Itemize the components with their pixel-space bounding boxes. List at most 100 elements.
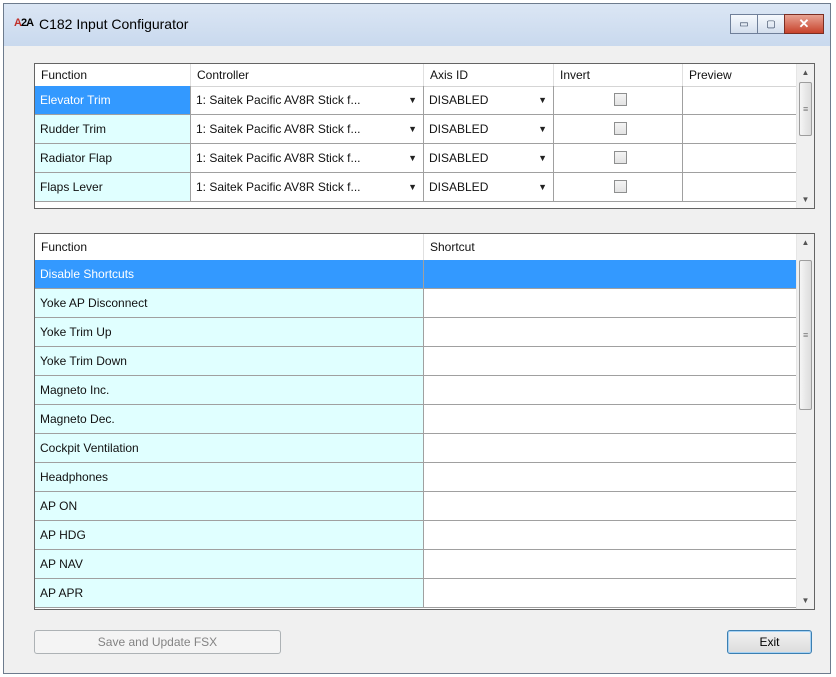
table-row[interactable]: Magneto Dec.	[35, 405, 798, 434]
axes-grid[interactable]: Function Controller Axis ID Invert Previ…	[34, 63, 815, 209]
controller-dropdown[interactable]: 1: Saitek Pacific AV8R Stick f... ▼	[191, 144, 424, 172]
axes-grid-header: Function Controller Axis ID Invert Previ…	[35, 64, 798, 87]
axis-id-dropdown[interactable]: DISABLED ▼	[424, 144, 554, 172]
shortcut-cell[interactable]	[424, 550, 798, 578]
shortcut-cell[interactable]	[424, 260, 798, 288]
column-header-preview[interactable]: Preview	[683, 64, 798, 86]
function-cell[interactable]: AP APR	[35, 579, 424, 607]
preview-cell	[683, 173, 798, 201]
table-row[interactable]: AP HDG	[35, 521, 798, 550]
table-row[interactable]: AP ON	[35, 492, 798, 521]
maximize-button[interactable]: ▢	[757, 14, 785, 34]
controller-dropdown[interactable]: 1: Saitek Pacific AV8R Stick f... ▼	[191, 86, 424, 114]
function-cell[interactable]: Flaps Lever	[35, 173, 191, 201]
function-cell[interactable]: AP ON	[35, 492, 424, 520]
table-row[interactable]: Cockpit Ventilation	[35, 434, 798, 463]
invert-checkbox[interactable]	[614, 151, 627, 164]
table-row[interactable]: Elevator Trim 1: Saitek Pacific AV8R Stic…	[35, 86, 798, 115]
table-row[interactable]: Rudder Trim 1: Saitek Pacific AV8R Stick …	[35, 115, 798, 144]
minimize-button[interactable]: ▭	[730, 14, 758, 34]
dropdown-arrow-icon[interactable]: ▼	[538, 86, 547, 114]
function-cell[interactable]: Yoke Trim Down	[35, 347, 424, 375]
title-bar[interactable]: A2A C182 Input Configurator ▭ ▢ ✕	[4, 4, 830, 46]
minimize-icon: ▭	[739, 18, 749, 30]
column-header-axis-id[interactable]: Axis ID	[424, 64, 554, 86]
scroll-thumb[interactable]: ≡	[799, 260, 812, 410]
invert-checkbox[interactable]	[614, 122, 627, 135]
column-header-controller[interactable]: Controller	[191, 64, 424, 86]
function-cell[interactable]: Headphones	[35, 463, 424, 491]
table-row[interactable]: Yoke AP Disconnect	[35, 289, 798, 318]
axes-grid-scrollbar[interactable]: ▲ ≡ ▼	[796, 64, 814, 208]
dropdown-arrow-icon[interactable]: ▼	[538, 115, 547, 143]
table-row[interactable]: Flaps Lever 1: Saitek Pacific AV8R Stick …	[35, 173, 798, 202]
function-cell[interactable]: Disable Shortcuts	[35, 260, 424, 288]
dropdown-arrow-icon[interactable]: ▼	[408, 173, 417, 201]
scroll-thumb[interactable]: ≡	[799, 82, 812, 136]
function-cell[interactable]: AP NAV	[35, 550, 424, 578]
save-and-update-button[interactable]: Save and Update FSX	[34, 630, 281, 654]
dropdown-arrow-icon[interactable]: ▼	[538, 144, 547, 172]
column-header-function[interactable]: Function	[35, 234, 424, 260]
invert-cell	[554, 173, 683, 201]
table-row[interactable]: Radiator Flap 1: Saitek Pacific AV8R Stic…	[35, 144, 798, 173]
function-cell[interactable]: Magneto Inc.	[35, 376, 424, 404]
scroll-down-arrow-icon[interactable]: ▼	[797, 592, 814, 609]
column-header-shortcut[interactable]: Shortcut	[424, 234, 798, 260]
controller-dropdown[interactable]: 1: Saitek Pacific AV8R Stick f... ▼	[191, 173, 424, 201]
controller-value: 1: Saitek Pacific AV8R Stick f...	[196, 180, 361, 194]
table-row[interactable]: Yoke Trim Up	[35, 318, 798, 347]
function-cell[interactable]: Yoke Trim Up	[35, 318, 424, 346]
scroll-up-arrow-icon[interactable]: ▲	[797, 64, 814, 81]
shortcut-cell[interactable]	[424, 318, 798, 346]
table-row[interactable]: AP APR	[35, 579, 798, 608]
function-cell[interactable]: AP HDG	[35, 521, 424, 549]
function-cell[interactable]: Yoke AP Disconnect	[35, 289, 424, 317]
controller-dropdown[interactable]: 1: Saitek Pacific AV8R Stick f... ▼	[191, 115, 424, 143]
dropdown-arrow-icon[interactable]: ▼	[408, 86, 417, 114]
function-cell[interactable]: Magneto Dec.	[35, 405, 424, 433]
configurator-window: A2A C182 Input Configurator ▭ ▢ ✕ Functi…	[3, 3, 831, 674]
exit-button[interactable]: Exit	[727, 630, 812, 654]
column-header-function[interactable]: Function	[35, 64, 191, 86]
table-row[interactable]: Yoke Trim Down	[35, 347, 798, 376]
axis-id-dropdown[interactable]: DISABLED ▼	[424, 86, 554, 114]
table-row[interactable]: Magneto Inc.	[35, 376, 798, 405]
scroll-down-arrow-icon[interactable]: ▼	[797, 191, 814, 208]
shortcut-cell[interactable]	[424, 434, 798, 462]
axis-id-dropdown[interactable]: DISABLED ▼	[424, 115, 554, 143]
shortcut-cell[interactable]	[424, 463, 798, 491]
close-button[interactable]: ✕	[784, 14, 824, 34]
shortcuts-grid-scrollbar[interactable]: ▲ ≡ ▼	[796, 234, 814, 609]
table-row[interactable]: Headphones	[35, 463, 798, 492]
shortcut-cell[interactable]	[424, 289, 798, 317]
invert-cell	[554, 86, 683, 114]
shortcut-cell[interactable]	[424, 405, 798, 433]
invert-checkbox[interactable]	[614, 93, 627, 106]
function-cell[interactable]: Elevator Trim	[35, 86, 191, 114]
shortcuts-grid[interactable]: Function Shortcut Disable Shortcuts Yoke …	[34, 233, 815, 610]
preview-cell	[683, 144, 798, 172]
table-row[interactable]: Disable Shortcuts	[35, 260, 798, 289]
a2a-logo-icon: A2A	[14, 17, 34, 29]
dropdown-arrow-icon[interactable]: ▼	[538, 173, 547, 201]
column-header-invert[interactable]: Invert	[554, 64, 683, 86]
shortcut-cell[interactable]	[424, 492, 798, 520]
table-row[interactable]: AP NAV	[35, 550, 798, 579]
shortcut-cell[interactable]	[424, 347, 798, 375]
shortcut-cell[interactable]	[424, 376, 798, 404]
close-icon: ✕	[798, 16, 810, 31]
function-cell[interactable]: Radiator Flap	[35, 144, 191, 172]
shortcut-cell[interactable]	[424, 521, 798, 549]
grip-icon: ≡	[803, 104, 809, 114]
axis-id-value: DISABLED	[429, 151, 489, 165]
function-cell[interactable]: Cockpit Ventilation	[35, 434, 424, 462]
function-cell[interactable]: Rudder Trim	[35, 115, 191, 143]
axis-id-value: DISABLED	[429, 93, 489, 107]
scroll-up-arrow-icon[interactable]: ▲	[797, 234, 814, 251]
shortcut-cell[interactable]	[424, 579, 798, 607]
invert-checkbox[interactable]	[614, 180, 627, 193]
dropdown-arrow-icon[interactable]: ▼	[408, 115, 417, 143]
axis-id-dropdown[interactable]: DISABLED ▼	[424, 173, 554, 201]
dropdown-arrow-icon[interactable]: ▼	[408, 144, 417, 172]
